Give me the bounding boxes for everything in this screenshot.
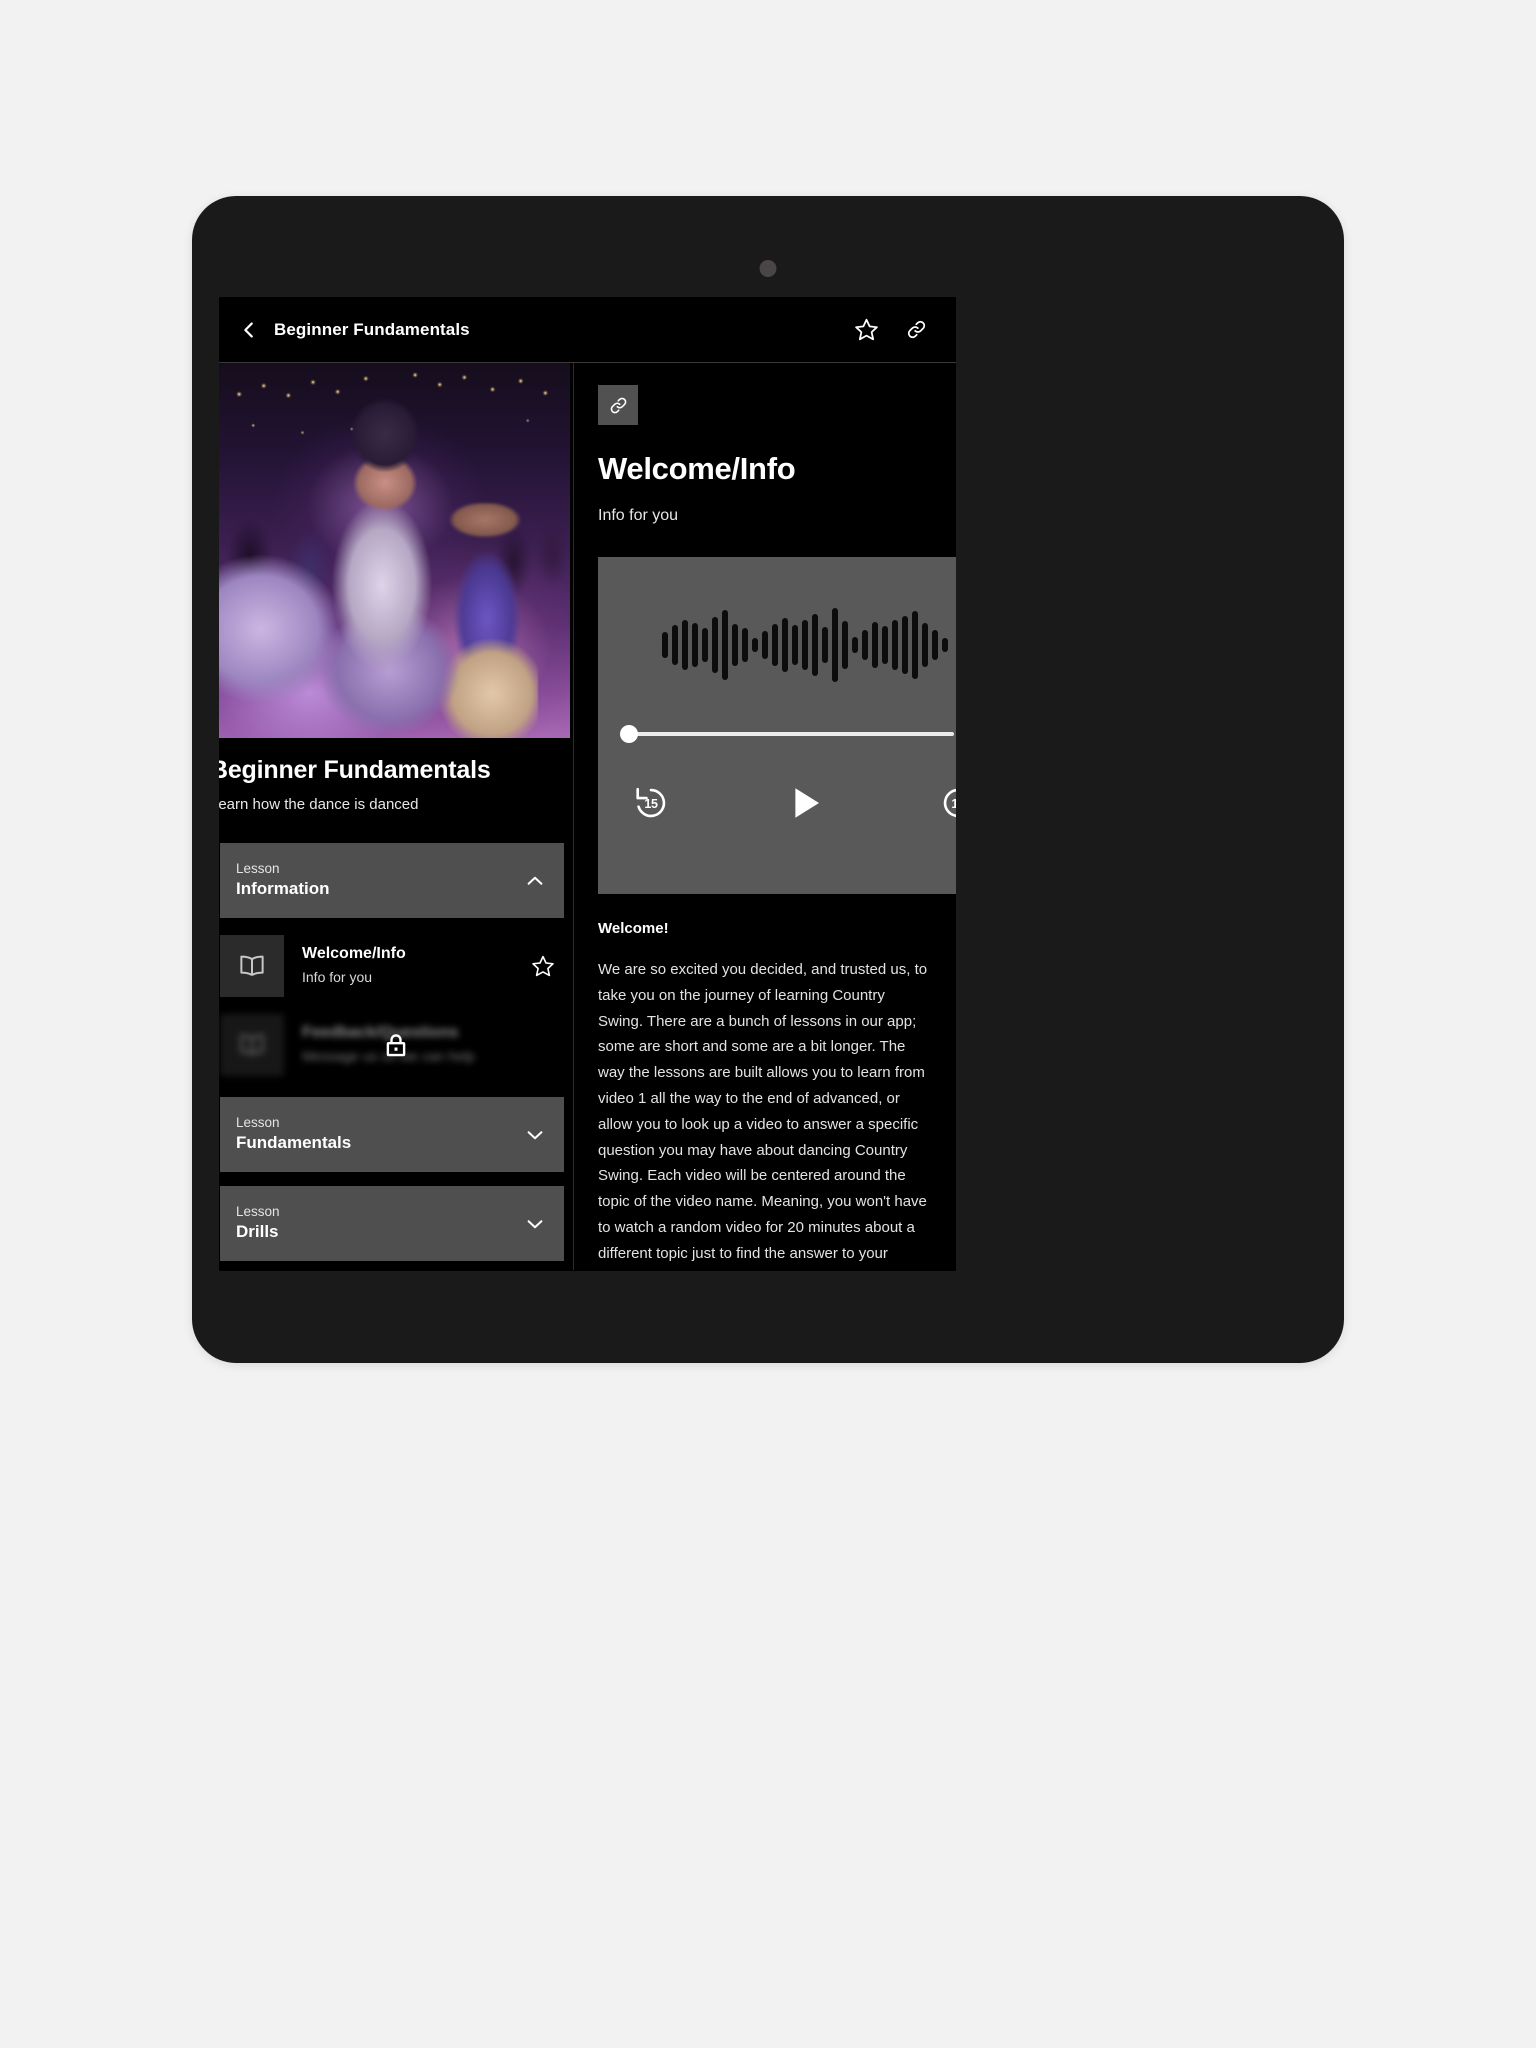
waveform-bar (901, 616, 908, 674)
chevron-up-icon (524, 870, 546, 892)
accordion-eyebrow: Lesson (236, 1203, 280, 1219)
share-link-button[interactable] (902, 316, 930, 344)
accordion-header-information[interactable]: Lesson Information (220, 843, 564, 918)
header-actions (852, 316, 930, 344)
lesson-item-desc: Info for you (302, 968, 373, 985)
accordion-text-group: Lesson Fundamentals (236, 1115, 524, 1155)
lesson-detail-subtitle: Info for you (598, 507, 679, 524)
favorite-button[interactable] (852, 316, 880, 344)
waveform-bar (701, 628, 708, 662)
waveform-bar (751, 638, 758, 652)
lesson-favorite-button[interactable] (531, 954, 555, 978)
waveform-bar (891, 620, 898, 670)
waveform-bar (731, 624, 738, 666)
waveform-bar (781, 618, 788, 672)
content-split: Beginner Fundamentals Learn how the danc… (219, 363, 956, 1270)
lesson-item-feedback-questions[interactable]: Feedback/Questions Message us so we can … (219, 1006, 573, 1083)
tablet-device-frame: Beginner Fundamentals Beginner Fundament… (192, 196, 1344, 1363)
lesson-item-name: Feedback/Questions (302, 1024, 459, 1042)
audio-progress-handle[interactable] (620, 725, 638, 743)
lesson-item-name: Welcome/Info (302, 945, 406, 963)
accordion-eyebrow: Lesson (236, 860, 280, 876)
audio-transport-controls: 15 1 (622, 775, 956, 831)
waveform-bar (861, 630, 868, 660)
accordion-text-group: Lesson Drills (236, 1204, 524, 1244)
waveform-bar (771, 624, 778, 666)
waveform-bar (741, 628, 748, 662)
course-hero-image (219, 363, 570, 738)
article-heading: Welcome! (598, 920, 669, 937)
open-book-icon (220, 1013, 284, 1076)
waveform-bar (931, 630, 938, 660)
lesson-detail-title: Welcome/Info (598, 451, 796, 486)
play-button[interactable] (777, 775, 833, 831)
waveform-bar (761, 631, 768, 659)
waveform-bar (831, 608, 838, 682)
waveform-bar (671, 625, 678, 665)
app-header-bar: Beginner Fundamentals (219, 297, 956, 363)
waveform-bar (871, 622, 878, 668)
lesson-item-welcome-info[interactable]: Welcome/Info Info for you (219, 927, 573, 1004)
audio-waveform (661, 605, 948, 685)
accordion-title: Drills (236, 1222, 279, 1242)
waveform-bar (801, 620, 808, 670)
lesson-text-group: Feedback/Questions Message us so we can … (302, 1023, 555, 1066)
waveform-bar (851, 637, 858, 653)
lesson-detail-pane: Welcome/Info Info for you --:-- (574, 363, 956, 1270)
lead-dancer-figure (310, 399, 460, 699)
chevron-down-icon (524, 1213, 546, 1235)
accordion-title: Fundamentals (236, 1133, 352, 1153)
waveform-bar (841, 621, 848, 669)
waveform-bar (711, 617, 718, 673)
waveform-bar (821, 627, 828, 663)
page-title: Beginner Fundamentals (274, 319, 470, 339)
course-title: Beginner Fundamentals (219, 756, 491, 784)
front-camera-icon (759, 260, 777, 277)
waveform-bar (921, 623, 928, 667)
accordion-eyebrow: Lesson (236, 1114, 280, 1130)
audio-seek-row: --:-- (620, 725, 956, 743)
chevron-down-icon (524, 1124, 546, 1146)
detail-share-link-button[interactable] (598, 385, 638, 425)
forward-15-button[interactable]: 15 (935, 780, 956, 826)
article-body: We are so excited you decided, and trust… (598, 961, 928, 1262)
accordion-header-fundamentals[interactable]: Lesson Fundamentals (220, 1097, 564, 1172)
rewind-15-button[interactable]: 15 (628, 780, 674, 826)
course-sidebar: Beginner Fundamentals Learn how the danc… (219, 363, 574, 1270)
waveform-bar (691, 623, 698, 667)
waveform-bar (721, 610, 728, 680)
waveform-bar (911, 611, 918, 679)
waveform-bar (791, 625, 798, 665)
tablet-screen: Beginner Fundamentals Beginner Fundament… (219, 297, 956, 1271)
waveform-bar (941, 638, 948, 652)
screenshot-root: Beginner Fundamentals Beginner Fundament… (0, 0, 1536, 2048)
accordion-title: Information (236, 879, 330, 899)
audio-progress-slider[interactable] (620, 725, 954, 743)
lesson-text-group: Welcome/Info Info for you (302, 944, 531, 987)
open-book-icon (220, 934, 284, 997)
waveform-bar (661, 632, 668, 658)
back-button[interactable] (238, 319, 260, 341)
lesson-accordion-list: Lesson Information Welcome/Info Info for… (219, 843, 573, 1270)
accordion-text-group: Lesson Information (236, 861, 524, 901)
waveform-bar (811, 614, 818, 676)
audio-player: --:-- 15 (598, 557, 956, 894)
waveform-bar (881, 626, 888, 664)
waveform-bar (681, 620, 688, 670)
course-subtitle: Learn how the dance is danced (219, 796, 419, 813)
lesson-item-desc: Message us so we can help (302, 1047, 475, 1064)
accordion-header-drills[interactable]: Lesson Drills (220, 1186, 564, 1261)
